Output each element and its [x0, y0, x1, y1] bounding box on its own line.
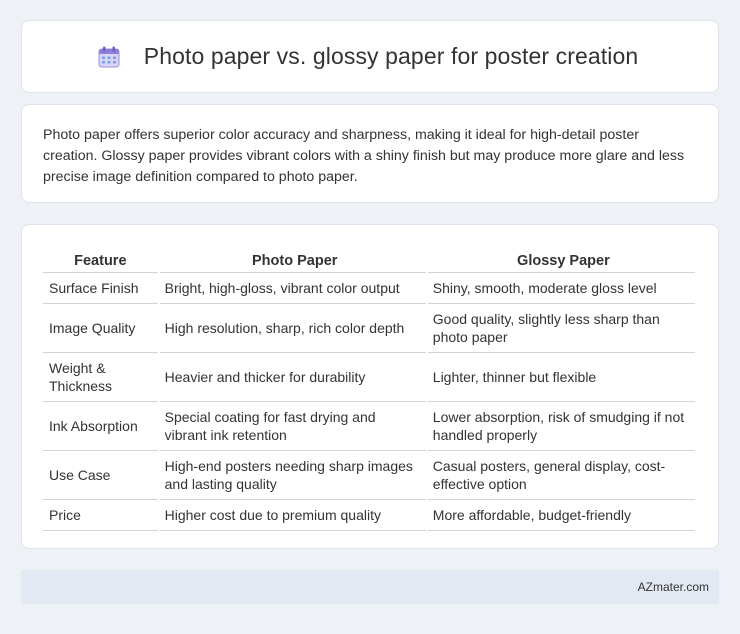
table-header-row: Feature Photo Paper Glossy Paper — [43, 245, 695, 273]
photo-paper-cell: High resolution, sharp, rich color depth — [159, 304, 426, 353]
header-photo-paper: Photo Paper — [159, 245, 426, 273]
glossy-paper-cell: Casual posters, general display, cost-ef… — [427, 451, 695, 500]
feature-cell: Price — [43, 500, 158, 531]
intro-card: Photo paper offers superior color accura… — [21, 104, 719, 203]
page-title: Photo paper vs. glossy paper for poster … — [143, 43, 639, 69]
footer-site-link[interactable]: AZmater.com — [638, 580, 709, 594]
glossy-paper-cell: Good quality, slightly less sharp than p… — [427, 304, 695, 353]
footer-bar: AZmater.com — [21, 570, 719, 604]
photo-paper-cell: Special coating for fast drying and vibr… — [159, 402, 426, 451]
table-row: Ink Absorption Special coating for fast … — [43, 402, 695, 451]
feature-cell: Surface Finish — [43, 273, 158, 304]
header-glossy-paper: Glossy Paper — [427, 245, 695, 273]
feature-cell: Image Quality — [43, 304, 158, 353]
header-feature: Feature — [43, 245, 158, 273]
table-row: Weight & Thickness Heavier and thicker f… — [43, 353, 695, 402]
glossy-paper-cell: Lower absorption, risk of smudging if no… — [427, 402, 695, 451]
feature-cell: Weight & Thickness — [43, 353, 158, 402]
feature-cell: Use Case — [43, 451, 158, 500]
comparison-table: Feature Photo Paper Glossy Paper Surface… — [41, 245, 697, 531]
intro-text: Photo paper offers superior color accura… — [43, 127, 685, 185]
photo-paper-cell: Heavier and thicker for durability — [159, 353, 426, 402]
glossy-paper-cell: More affordable, budget-friendly — [427, 500, 695, 531]
title-card: Photo paper vs. glossy paper for poster … — [21, 20, 719, 93]
feature-cell: Ink Absorption — [43, 402, 158, 451]
comparison-card: Feature Photo Paper Glossy Paper Surface… — [21, 224, 719, 549]
table-row: Use Case High-end posters needing sharp … — [43, 451, 695, 500]
title-row: Photo paper vs. glossy paper for poster … — [96, 43, 638, 70]
photo-paper-cell: Higher cost due to premium quality — [159, 500, 426, 531]
photo-paper-cell: High-end posters needing sharp images an… — [159, 451, 426, 500]
photo-paper-cell: Bright, high-gloss, vibrant color output — [159, 273, 426, 304]
glossy-paper-cell: Lighter, thinner but flexible — [427, 353, 695, 402]
calendar-icon — [96, 44, 122, 70]
table-row: Image Quality High resolution, sharp, ri… — [43, 304, 695, 353]
table-row: Surface Finish Bright, high-gloss, vibra… — [43, 273, 695, 304]
table-row: Price Higher cost due to premium quality… — [43, 500, 695, 531]
glossy-paper-cell: Shiny, smooth, moderate gloss level — [427, 273, 695, 304]
